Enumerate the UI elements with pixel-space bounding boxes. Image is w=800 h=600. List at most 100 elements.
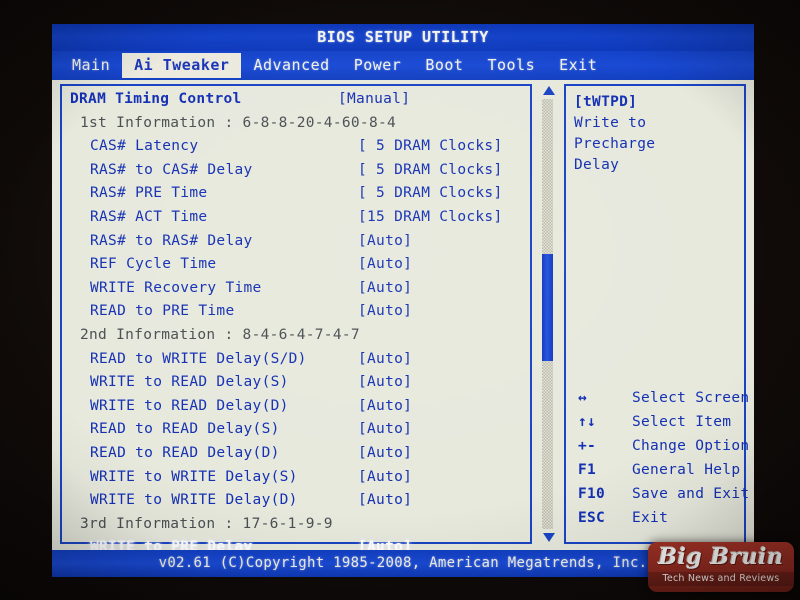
setting-value[interactable]: [ 5 DRAM Clocks] [358,162,502,178]
settings-row[interactable]: READ to PRE Time [Auto] [68,303,524,327]
setting-value[interactable]: [Auto] [358,492,412,508]
setting-label: WRITE to WRITE Delay(D) [90,492,298,509]
setting-label: 2nd Information : 8-4-6-4-7-4-7 [80,326,360,343]
legend-row: ↔ Select Screen [574,390,749,414]
menu-tab-advanced[interactable]: Advanced [241,53,341,78]
settings-row[interactable]: DRAM Timing Control [Manual] [68,91,524,115]
legend-row: F1 General Help [574,462,741,486]
legend-action-label: Change Option [632,438,750,454]
page-title: BIOS SETUP UTILITY [317,28,489,46]
settings-row[interactable]: RAS# to RAS# Delay [Auto] [68,233,524,257]
legend-row: ESC Exit [574,510,738,534]
bigbruin-watermark-logo: Big Bruin Tech News and Reviews [648,542,794,592]
crt-photo-frame: BIOS SETUP UTILITY Main Ai Tweaker Advance… [0,0,800,600]
legend-action-label: Save and Exit [632,486,750,502]
setting-label: READ to WRITE Delay(S/D) [90,350,307,367]
menu-tab-tools[interactable]: Tools [475,53,547,78]
setting-label: WRITE Recovery Time [90,279,262,296]
settings-row[interactable]: WRITE to WRITE Delay(S) [Auto] [68,469,524,493]
setting-value[interactable]: [Auto] [358,256,412,272]
setting-value[interactable]: [Auto] [358,374,412,390]
settings-row[interactable]: WRITE to WRITE Delay(D) [Auto] [68,492,524,516]
settings-row[interactable]: CAS# Latency [ 5 DRAM Clocks] [68,138,524,162]
settings-info-row: 1st Information : 6-8-8-20-4-60-8-4 [68,115,524,139]
setting-value[interactable]: [15 DRAM Clocks] [358,209,502,225]
content-area: DRAM Timing Control [Manual] 1st Informati… [52,80,754,555]
watermark-slogan: Tech News and Reviews [648,572,794,586]
setting-value[interactable]: [Auto] [358,233,412,249]
scroll-up-arrow-icon[interactable] [542,86,555,95]
scrollbar-thumb[interactable] [542,253,553,362]
help-line-2: Delay [574,157,620,173]
scrollbar-track[interactable] [542,99,553,529]
setting-value[interactable]: [Auto] [358,445,412,461]
menu-tab-ai-tweaker[interactable]: Ai Tweaker [122,53,242,78]
legend-action-label: Exit [632,510,669,526]
settings-info-row: 2nd Information : 8-4-6-4-7-4-7 [68,327,524,351]
legend-key-icon: +- [578,438,597,454]
setting-label: READ to READ Delay(S) [90,421,280,438]
setting-value[interactable]: [Auto] [358,469,412,485]
setting-label: CAS# Latency [90,138,199,155]
legend-row: ↑↓ Select Item [574,414,738,438]
help-pane: [tWTPD] Write to Precharge Delay ↔ Select… [564,84,749,544]
settings-row[interactable]: WRITE Recovery Time [Auto] [68,280,524,304]
setting-label: READ to PRE Time [90,303,235,320]
setting-label: WRITE to READ Delay(D) [90,397,289,414]
key-legend: ↔ Select Screen ↑↓ Select Item +- Change Opti… [574,390,749,534]
setting-value[interactable]: [ 5 DRAM Clocks] [358,185,502,201]
window-title-bar: BIOS SETUP UTILITY [52,24,754,51]
menu-tab-power[interactable]: Power [342,53,414,78]
legend-key-icon: F10 [578,486,606,502]
help-timing-code: [tWTPD] [574,94,638,110]
settings-row[interactable]: WRITE to READ Delay(D) [Auto] [68,398,524,422]
settings-info-row: 3rd Information : 17-6-1-9-9 [68,516,524,540]
menu-tab-main[interactable]: Main [60,53,122,78]
setting-label: REF Cycle Time [90,256,217,273]
settings-row[interactable]: REF Cycle Time [Auto] [68,256,524,280]
setting-label: WRITE to WRITE Delay(S) [90,468,298,485]
setting-value[interactable]: [Auto] [358,398,412,414]
setting-value[interactable]: [ 5 DRAM Clocks] [358,138,502,154]
setting-label: RAS# to CAS# Delay [90,161,253,178]
help-line-1: Write to Precharge [574,115,656,152]
settings-row[interactable]: WRITE to READ Delay(S) [Auto] [68,374,524,398]
settings-row[interactable]: READ to READ Delay(S) [Auto] [68,421,524,445]
settings-row[interactable]: RAS# ACT Time [15 DRAM Clocks] [68,209,524,233]
settings-list-pane: DRAM Timing Control [Manual] 1st Informati… [60,84,532,555]
legend-action-label: General Help [632,462,741,478]
legend-action-label: Select Screen [632,390,750,406]
setting-value[interactable]: [Manual] [338,91,410,107]
legend-key-icon: ESC [578,510,606,526]
setting-value[interactable]: [Auto] [358,421,412,437]
setting-label: WRITE to READ Delay(S) [90,374,289,391]
menu-tab-exit[interactable]: Exit [547,53,609,78]
bios-screen: BIOS SETUP UTILITY Main Ai Tweaker Advance… [52,24,754,577]
setting-label: 1st Information : 6-8-8-20-4-60-8-4 [80,114,397,131]
setting-label: RAS# ACT Time [90,208,208,225]
setting-label: DRAM Timing Control [70,91,242,107]
help-description: [tWTPD] Write to Precharge Delay [574,92,736,176]
legend-row: +- Change Option [574,438,749,462]
legend-key-icon: ↔ [578,390,588,406]
legend-row: F10 Save and Exit [574,486,749,510]
setting-label: READ to READ Delay(D) [90,444,280,461]
setting-label: RAS# PRE Time [90,185,208,202]
settings-scrollbar[interactable] [540,86,557,542]
settings-row[interactable]: READ to READ Delay(D) [Auto] [68,445,524,469]
menu-tab-bar[interactable]: Main Ai Tweaker Advanced Power Boot Tools Exit [52,51,754,80]
watermark-brand: Big Bruin [658,544,784,570]
setting-value[interactable]: [Auto] [358,351,412,367]
setting-label: RAS# to RAS# Delay [90,232,253,249]
scroll-down-arrow-icon[interactable] [542,533,555,542]
settings-row[interactable]: RAS# to CAS# Delay [ 5 DRAM Clocks] [68,162,524,186]
setting-value[interactable]: [Auto] [358,280,412,296]
setting-label: 3rd Information : 17-6-1-9-9 [80,515,333,532]
menu-tab-boot[interactable]: Boot [413,53,475,78]
settings-row[interactable]: RAS# PRE Time [ 5 DRAM Clocks] [68,185,524,209]
legend-action-label: Select Item [632,414,732,430]
legend-key-icon: ↑↓ [578,414,597,430]
legend-key-icon: F1 [578,462,597,478]
settings-row[interactable]: READ to WRITE Delay(S/D) [Auto] [68,351,524,375]
setting-value[interactable]: [Auto] [358,303,412,319]
